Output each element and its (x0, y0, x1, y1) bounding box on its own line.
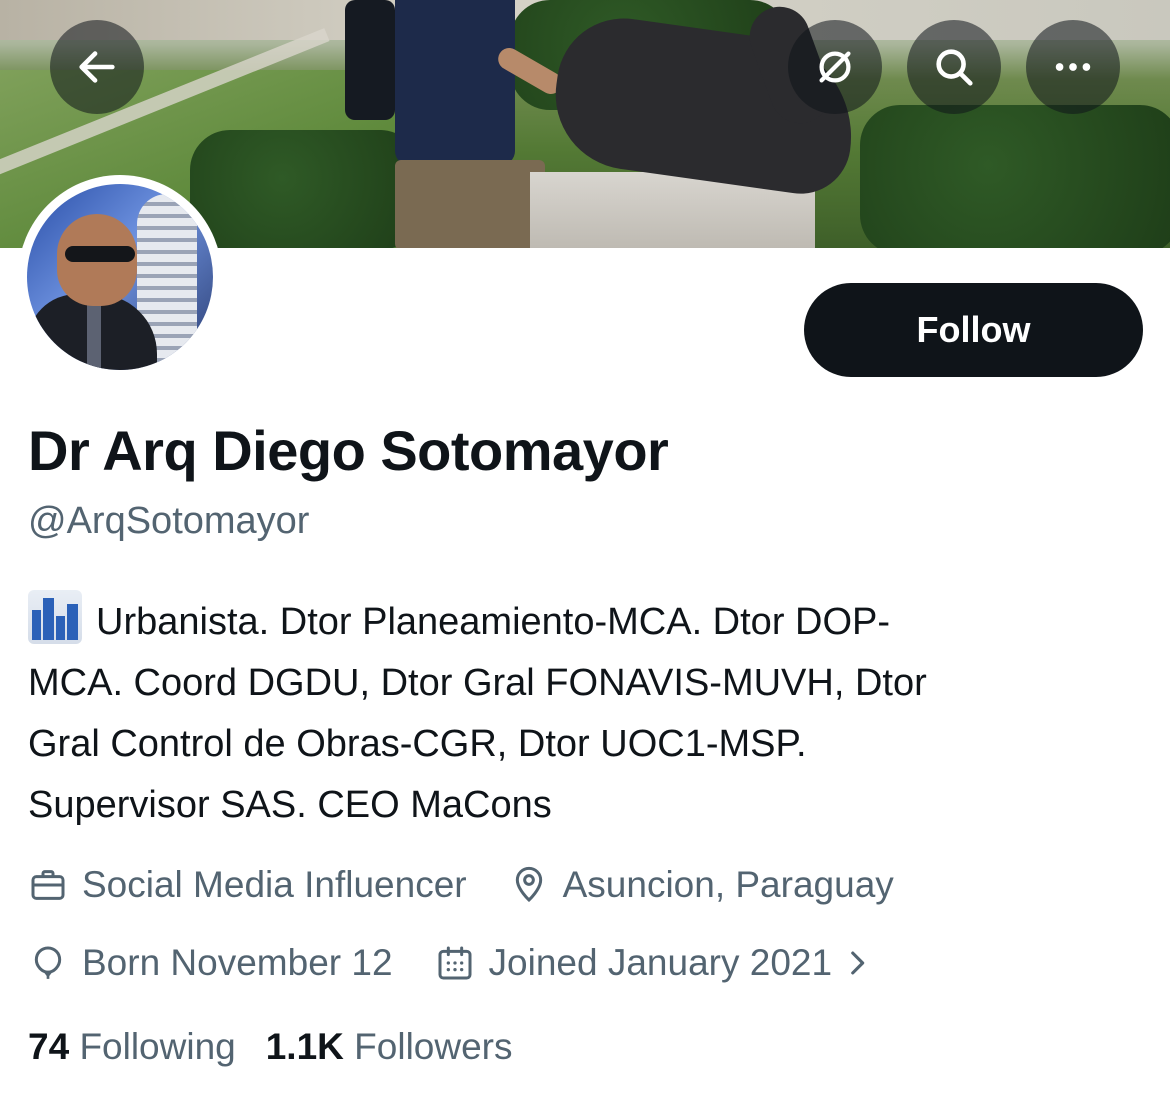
following-link[interactable]: 74 Following (28, 1026, 236, 1068)
spaces-button[interactable] (788, 20, 882, 114)
bio-line: Urbanista. Dtor Planeamiento-MCA. Dtor D… (28, 590, 1138, 653)
banner-hedge (860, 105, 1170, 248)
banner-hedge (190, 130, 420, 248)
more-horizontal-icon (1055, 63, 1091, 71)
search-icon (936, 49, 973, 86)
location-pin-icon (515, 866, 542, 903)
follow-button[interactable]: Follow (804, 283, 1143, 377)
profile-name: Dr Arq Diego Sotomayor (28, 419, 669, 482)
avatar-tie (87, 304, 101, 370)
profile-handle: @ArqSotomayor (28, 500, 310, 542)
banner-person-pants (395, 160, 545, 248)
avatar[interactable] (18, 175, 222, 379)
balloon-icon (34, 946, 62, 979)
followers-link[interactable]: 1.1K Followers (266, 1026, 513, 1068)
profile-category: Social Media Influencer (28, 864, 467, 906)
profile-stats: 74 Following 1.1K Followers (28, 1026, 543, 1068)
banner-person-shirt (395, 0, 515, 165)
profile-meta-row: Born November 12 Joined January 2021 (28, 942, 916, 984)
back-button[interactable] (50, 20, 144, 114)
banner-backpack (345, 0, 395, 120)
avatar-sunglasses (65, 246, 135, 262)
profile-joined[interactable]: Joined January 2021 (435, 942, 875, 984)
profile-birthday: Born November 12 (28, 942, 393, 984)
profile-bio: Urbanista. Dtor Planeamiento-MCA. Dtor D… (28, 590, 1138, 836)
cityscape-emoji-icon (28, 590, 82, 644)
briefcase-icon (31, 870, 65, 900)
bio-line: Supervisor SAS. CEO MaCons (28, 784, 552, 826)
calendar-icon (438, 946, 472, 980)
spaces-icon (819, 51, 851, 83)
profile-meta-row: Social Media Influencer Asuncion, Paragu… (28, 864, 936, 906)
chevron-right-icon (851, 951, 865, 975)
arrow-left-icon (79, 51, 115, 83)
profile-location: Asuncion, Paraguay (509, 864, 894, 906)
search-button[interactable] (907, 20, 1001, 114)
more-button[interactable] (1026, 20, 1120, 114)
bio-line: Gral Control de Obras-CGR, Dtor UOC1-MSP… (28, 723, 807, 765)
bio-line: MCA. Coord DGDU, Dtor Gral FONAVIS-MUVH,… (28, 662, 927, 704)
avatar-photo (27, 184, 213, 370)
